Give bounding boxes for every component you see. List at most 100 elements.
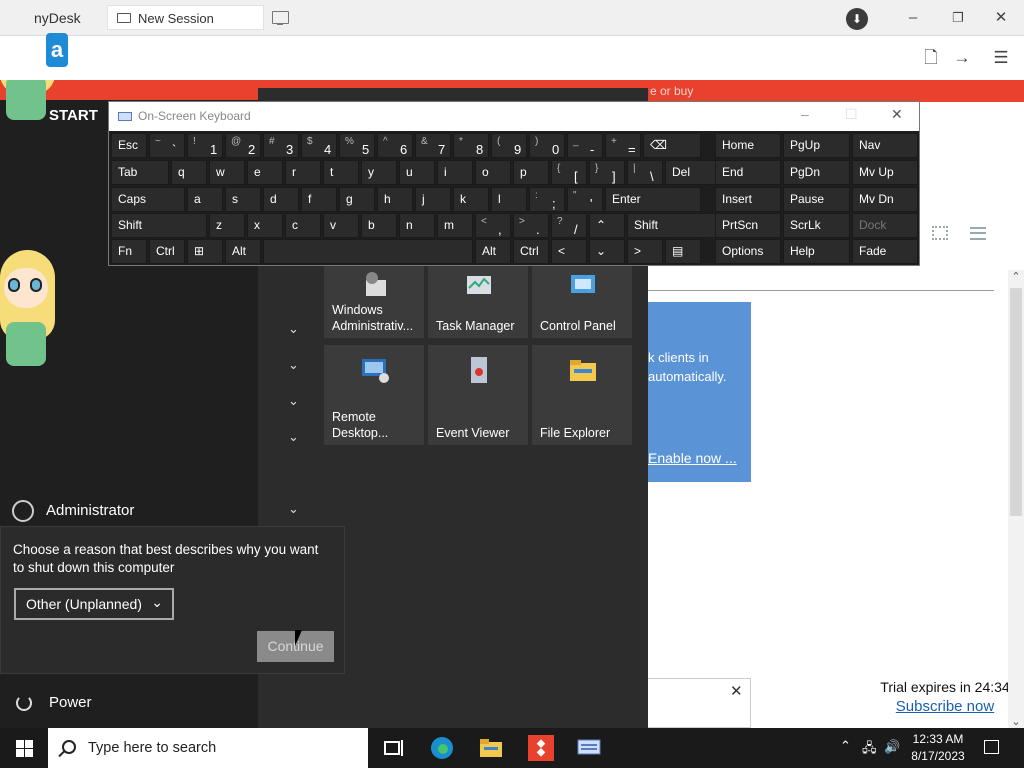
osk-key[interactable]	[263, 239, 473, 264]
close-button[interactable]: ✕	[991, 8, 1011, 28]
osk-minimize-button[interactable]: –	[801, 106, 809, 122]
task-view-icon[interactable]	[381, 736, 405, 760]
chevron-down-icon[interactable]: ⌄	[288, 501, 299, 517]
osk-key[interactable]: Ctrl	[513, 239, 549, 264]
osk-key[interactable]: $4	[301, 133, 337, 158]
osk-key[interactable]: + =	[605, 133, 641, 158]
osk-key[interactable]: % 5	[339, 133, 375, 158]
user-account[interactable]: Administrator	[12, 500, 134, 522]
osk-key[interactable]: b	[361, 213, 397, 238]
anydesk-icon[interactable]	[528, 735, 554, 761]
tile-admin-tools[interactable]: Windows Administrativ...	[324, 260, 424, 338]
osk-key[interactable]: t	[323, 160, 359, 185]
osk-key[interactable]: Shift	[627, 213, 723, 238]
osk-key[interactable]: ⌃	[589, 213, 625, 238]
osk-key[interactable]: ) 0	[529, 133, 565, 158]
osk-nav-key[interactable]: PgDn	[783, 160, 850, 185]
chevron-down-icon[interactable]: ⌄	[288, 357, 299, 373]
osk-key[interactable]: n	[399, 213, 435, 238]
list-view-icon[interactable]	[970, 227, 986, 240]
tile-file-explorer[interactable]: File Explorer	[532, 345, 632, 445]
osk-key[interactable]: ? /	[551, 213, 587, 238]
restore-button[interactable]: ❐	[948, 8, 968, 28]
osk-close-button[interactable]: ✕	[891, 106, 903, 123]
tab-new-session[interactable]: New Session	[107, 5, 264, 30]
osk-key[interactable]: z	[209, 213, 245, 238]
tile-event-viewer[interactable]: Event Viewer	[428, 345, 528, 445]
osk-key[interactable]: Shift	[111, 213, 207, 238]
osk-key[interactable]: r	[285, 160, 321, 185]
grid-view-icon[interactable]	[932, 226, 948, 240]
tile-remote-desktop[interactable]: Remote Desktop...	[324, 345, 424, 445]
chevron-down-icon[interactable]: ⌄	[288, 393, 299, 409]
osk-key[interactable]: }]	[589, 160, 625, 185]
osk-key[interactable]: ~ `	[149, 133, 185, 158]
osk-key[interactable]: ▤	[665, 239, 701, 264]
scrollbar[interactable]: ⌃ ⌄	[1008, 270, 1024, 728]
chevron-down-icon[interactable]: ⌄	[288, 321, 299, 337]
osk-key[interactable]: u	[399, 160, 435, 185]
osk-key[interactable]: i	[437, 160, 473, 185]
scroll-up-icon[interactable]: ⌃	[1008, 270, 1024, 283]
tile-task-manager[interactable]: Task Manager	[428, 260, 528, 338]
osk-key[interactable]: e	[247, 160, 283, 185]
osk-nav-key[interactable]: Dock	[852, 213, 918, 238]
osk-key[interactable]: " '	[567, 187, 603, 212]
osk-key[interactable]: v	[323, 213, 359, 238]
subscribe-link[interactable]: Subscribe now	[870, 697, 1020, 717]
osk-key[interactable]: Fn	[111, 239, 147, 264]
osk-nav-key[interactable]: Mv Up	[852, 160, 918, 185]
tile-control-panel[interactable]: Control Panel	[532, 260, 632, 338]
osk-key[interactable]: >.	[513, 213, 549, 238]
osk-key[interactable]: (9	[491, 133, 527, 158]
osk-icon[interactable]	[577, 736, 601, 760]
osk-key[interactable]: & 7	[415, 133, 451, 158]
osk-nav-key[interactable]: Insert	[715, 187, 781, 212]
osk-key[interactable]: Caps	[111, 187, 185, 212]
osk-key[interactable]: * 8	[453, 133, 489, 158]
scroll-thumb[interactable]	[1010, 288, 1022, 516]
close-icon[interactable]: ✕	[730, 682, 743, 700]
osk-key[interactable]: ^ 6	[377, 133, 413, 158]
osk-key[interactable]: :;	[529, 187, 565, 212]
osk-key[interactable]: y	[361, 160, 397, 185]
osk-key[interactable]: d	[263, 187, 299, 212]
notification-center-icon[interactable]	[984, 740, 999, 754]
osk-key[interactable]: h	[377, 187, 413, 212]
osk-key[interactable]: >	[627, 239, 663, 264]
osk-key[interactable]: w	[209, 160, 245, 185]
osk-key[interactable]: s	[225, 187, 261, 212]
osk-nav-key[interactable]: Options	[715, 239, 781, 264]
osk-key[interactable]: {[	[551, 160, 587, 185]
osk-title-bar[interactable]: On-Screen Keyboard – ☐ ✕	[109, 102, 919, 131]
osk-key[interactable]: Alt	[475, 239, 511, 264]
osk-key[interactable]: x	[247, 213, 283, 238]
edge-icon[interactable]	[430, 736, 454, 760]
osk-nav-key[interactable]: PrtScn	[715, 213, 781, 238]
osk-nav-key[interactable]: End	[715, 160, 781, 185]
osk-key[interactable]: ⊞	[187, 239, 223, 264]
osk-maximize-button[interactable]: ☐	[845, 106, 858, 123]
osk-key[interactable]: o	[475, 160, 511, 185]
osk-nav-key[interactable]: Pause	[783, 187, 850, 212]
osk-key[interactable]: p	[513, 160, 549, 185]
osk-key[interactable]: ! 1	[187, 133, 223, 158]
osk-key[interactable]: @2	[225, 133, 261, 158]
osk-nav-key[interactable]: Home	[715, 133, 781, 158]
menu-icon[interactable]: ☰	[991, 48, 1011, 68]
reason-dropdown[interactable]: Other (Unplanned) ⌄	[14, 588, 174, 620]
chevron-up-icon[interactable]: ⌃	[840, 738, 851, 754]
osk-key[interactable]: Ctrl	[149, 239, 185, 264]
clock[interactable]: 12:33 AM 8/17/2023	[906, 731, 970, 765]
osk-key[interactable]: <	[551, 239, 587, 264]
osk-key[interactable]: Enter	[605, 187, 701, 212]
chevron-down-icon[interactable]: ⌄	[288, 429, 299, 445]
osk-key[interactable]: ⌫	[643, 133, 701, 158]
osk-key[interactable]: ⌄	[589, 239, 625, 264]
osk-key[interactable]: <,	[475, 213, 511, 238]
windows-start-button[interactable]	[0, 728, 48, 768]
osk-key[interactable]: _ -	[567, 133, 603, 158]
osk-key[interactable]: j	[415, 187, 451, 212]
osk-key[interactable]: Alt	[225, 239, 261, 264]
osk-nav-key[interactable]: Mv Dn	[852, 187, 918, 212]
